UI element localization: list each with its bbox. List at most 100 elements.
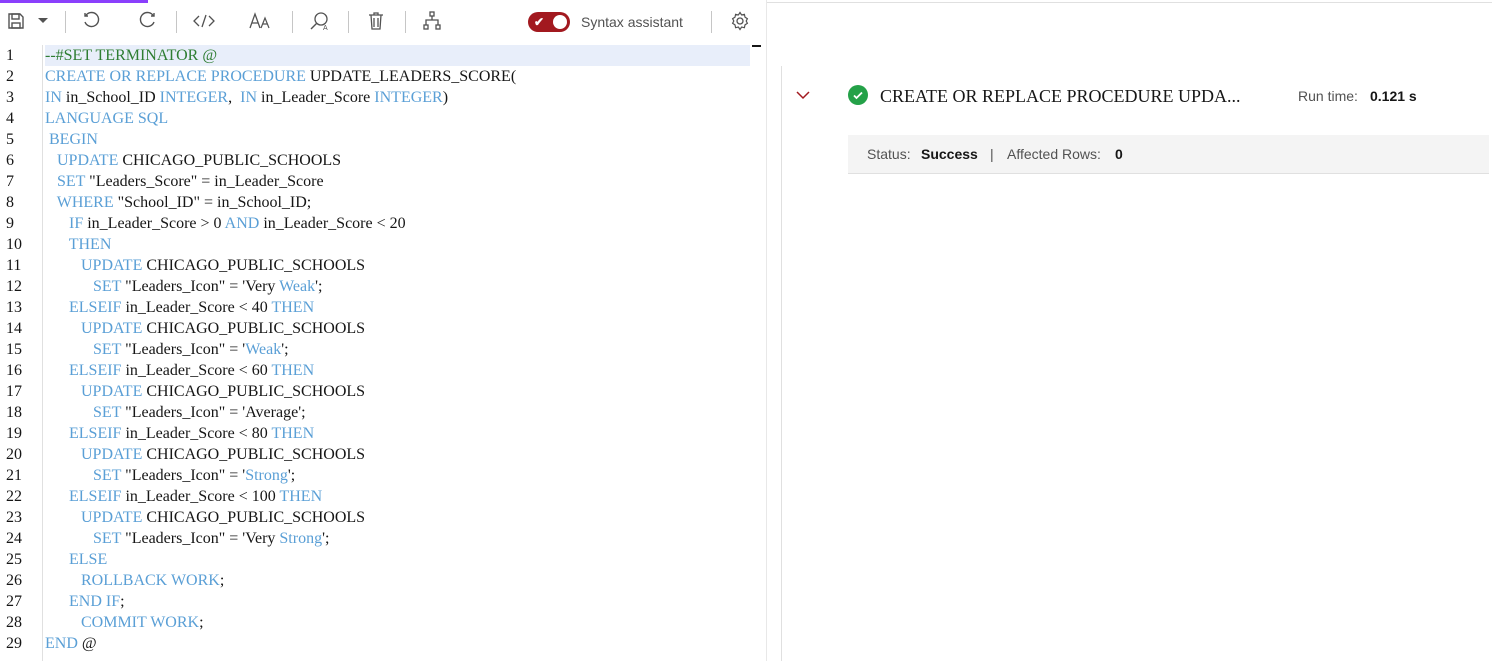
sql-text-token: "Leaders_Icon" = ' [121,341,246,358]
code-icon[interactable] [188,3,220,39]
line-number: 17 [6,383,22,400]
sql-text-token: "Leaders_Icon" = ' [121,467,246,484]
line-number: 7 [6,173,14,190]
sql-editor[interactable]: 1 2 3 4 5 6 7 8 9 10 11 12 13 14 15 16 17 18 19 20 21 22 23 24 2… [0,45,766,661]
sql-text-token: ; [120,593,125,610]
sql-keyword-token: SET [45,404,122,421]
line-number: 22 [6,488,22,505]
sql-text-token: @ [77,635,97,652]
code-line[interactable]: END @ [45,633,750,654]
line-number: 1 [6,47,14,64]
explain-plan-icon[interactable] [416,3,448,39]
toolbar-divider [292,11,293,33]
code-line[interactable]: IN in_School_ID INTEGER, IN in_Leader_Sc… [45,87,750,108]
result-header[interactable]: CREATE OR REPLACE PROCEDURE UPDA... Run … [782,74,1492,116]
code-line[interactable]: ELSE [45,549,750,570]
code-line[interactable]: ELSEIF in_Leader_Score < 100 THEN [45,486,750,507]
sql-keyword-token: Strong [279,530,323,547]
sql-keyword-token: THEN [271,362,315,379]
trash-icon[interactable] [360,3,392,39]
sql-keyword-token: BEGIN [45,131,98,148]
code-line[interactable]: UPDATE CHICAGO_PUBLIC_SCHOOLS [45,318,750,339]
code-line[interactable]: UPDATE CHICAGO_PUBLIC_SCHOOLS [45,381,750,402]
code-line[interactable]: WHERE "School_ID" = in_School_ID; [45,192,750,213]
sql-text-token: in_Leader_Score < 20 [259,215,406,232]
text-case-icon[interactable] [245,3,277,39]
code-line[interactable]: --#SET TERMINATOR @ [45,45,750,66]
sql-text-token: ; [199,614,204,631]
code-line[interactable]: ROLLBACK WORK; [45,570,750,591]
save-icon[interactable] [0,3,32,39]
code-line[interactable]: UPDATE CHICAGO_PUBLIC_SCHOOLS [45,507,750,528]
line-number: 8 [6,194,14,211]
status-label: Status: [867,146,911,162]
code-line[interactable]: BEGIN [45,129,750,150]
sql-keyword-token: IF [45,215,84,232]
line-number: 16 [6,362,22,379]
syntax-assistant-toggle[interactable]: ✔ [528,12,570,32]
undo-icon[interactable] [76,3,108,39]
collapse-chevron-icon[interactable] [794,86,812,104]
sql-text-token: CHICAGO_PUBLIC_SCHOOLS [142,257,366,274]
save-options-chevron-down-icon[interactable] [30,3,56,39]
scroll-marker [752,45,761,47]
code-line[interactable]: UPDATE CHICAGO_PUBLIC_SCHOOLS [45,255,750,276]
svg-text:A: A [323,25,328,31]
sql-keyword-token: UPDATE [45,446,143,463]
status-separator: | [990,146,994,162]
sql-keyword-token: UPDATE [45,152,119,169]
line-number: 28 [6,614,22,631]
sql-keyword-token: ELSE [45,551,108,568]
code-line[interactable]: SET "Leaders_Icon" = 'Very Weak'; [45,276,750,297]
sql-text-token: in_Leader_Score < 100 [121,488,280,505]
sql-keyword-token: END [45,635,78,652]
code-line[interactable]: SET "Leaders_Icon" = 'Average'; [45,402,750,423]
code-line[interactable]: ELSEIF in_Leader_Score < 80 THEN [45,423,750,444]
code-line[interactable]: COMMIT WORK; [45,612,750,633]
sql-text-token: CHICAGO_PUBLIC_SCHOOLS [118,152,342,169]
affected-rows-label: Affected Rows: [1007,146,1101,162]
code-line[interactable]: END IF; [45,591,750,612]
find-replace-icon[interactable]: A [304,3,336,39]
gutter-divider [42,45,43,661]
code-line[interactable]: ELSEIF in_Leader_Score < 40 THEN [45,297,750,318]
code-line[interactable]: UPDATE CHICAGO_PUBLIC_SCHOOLS [45,150,750,171]
line-number: 21 [6,467,22,484]
toolbar-divider [65,11,66,33]
code-line[interactable]: IF in_Leader_Score > 0 AND in_Leader_Sco… [45,213,750,234]
line-number: 29 [6,635,22,652]
sql-text-token: ) [442,89,449,106]
sql-text-token: in_Leader_Score > 0 [83,215,225,232]
code-line[interactable]: SET "Leaders_Icon" = 'Weak'; [45,339,750,360]
code-line[interactable]: ELSEIF in_Leader_Score < 60 THEN [45,360,750,381]
sql-keyword-token: UPDATE [45,257,143,274]
sql-text-token: CHICAGO_PUBLIC_SCHOOLS [142,509,366,526]
sql-text-token: '; [315,278,323,295]
sql-keyword-token: SET [45,278,122,295]
code-line[interactable]: SET "Leaders_Score" = in_Leader_Score [45,171,750,192]
sql-text-token: "Leaders_Score" = in_Leader_Score [85,173,324,190]
results-pane-divider[interactable] [781,66,782,661]
editor-scrollbar[interactable] [766,0,767,661]
code-line[interactable]: UPDATE CHICAGO_PUBLIC_SCHOOLS [45,444,750,465]
sql-keyword-token: Strong [245,467,288,484]
line-number: 13 [6,299,22,316]
sql-keyword-token: ELSEIF [45,299,122,316]
code-line[interactable]: SET "Leaders_Icon" = 'Strong'; [45,465,750,486]
line-number: 24 [6,530,22,547]
line-number: 3 [6,89,14,106]
run-time-label: Run time: [1298,88,1358,104]
code-area[interactable]: --#SET TERMINATOR @ CREATE OR REPLACE PRO… [45,45,750,654]
sql-comment-token: --#SET TERMINATOR @ [45,47,218,64]
redo-icon[interactable] [131,3,163,39]
sql-keyword-token: AND [224,215,260,232]
sql-keyword-token: WHERE [45,194,114,211]
code-line[interactable]: CREATE OR REPLACE PROCEDURE UPDATE_LEADE… [45,66,750,87]
sql-text-token: CHICAGO_PUBLIC_SCHOOLS [142,320,366,337]
settings-gear-icon[interactable] [724,3,756,39]
line-number: 20 [6,446,22,463]
line-number: 18 [6,404,22,421]
code-line[interactable]: LANGUAGE SQL [45,108,750,129]
code-line[interactable]: SET "Leaders_Icon" = 'Very Strong'; [45,528,750,549]
code-line[interactable]: THEN [45,234,750,255]
